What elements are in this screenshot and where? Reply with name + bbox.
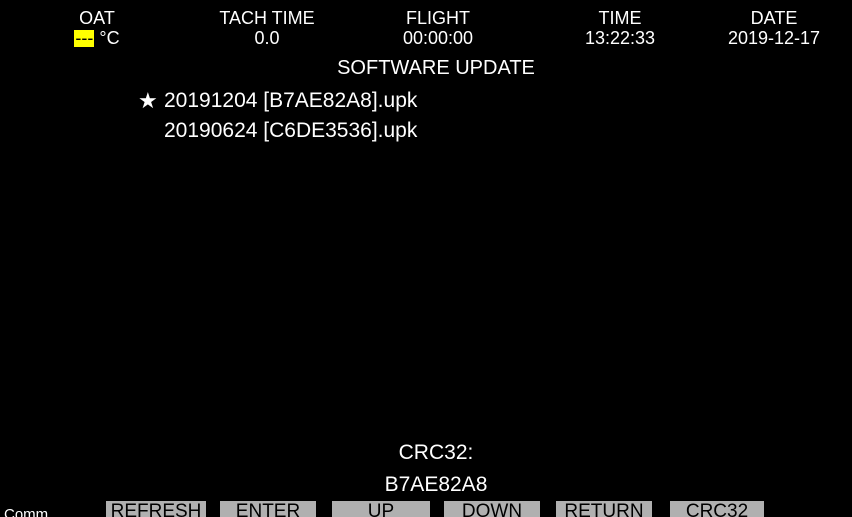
star-icon: ★ xyxy=(138,88,158,113)
refresh-button[interactable]: REFRESH xyxy=(106,501,206,517)
oat-readout: OAT --- °C xyxy=(62,8,132,48)
date-value: 2019-12-17 xyxy=(727,28,821,48)
file-name: 20191204 [B7AE82A8].upk xyxy=(164,89,418,112)
tach-time-label: TACH TIME xyxy=(219,8,315,28)
crc-value: B7AE82A8 xyxy=(384,473,488,496)
oat-value-row: --- °C xyxy=(62,28,132,48)
enter-button[interactable]: ENTER xyxy=(220,501,316,517)
time-value: 13:22:33 xyxy=(584,28,656,48)
date-label: DATE xyxy=(750,8,798,28)
tach-time-value: 0.0 xyxy=(254,28,280,48)
oat-label: OAT xyxy=(79,8,115,28)
return-button[interactable]: RETURN xyxy=(556,501,652,517)
up-button[interactable]: UP xyxy=(332,501,430,517)
time-readout: TIME 13:22:33 xyxy=(548,8,692,48)
oat-value: --- xyxy=(74,28,95,48)
comm-status: Comm xyxy=(4,506,49,517)
file-item-selected[interactable]: ★ 20191204 [B7AE82A8].upk xyxy=(138,86,417,116)
time-label: TIME xyxy=(598,8,642,28)
date-readout: DATE 2019-12-17 xyxy=(704,8,844,48)
crc-label: CRC32: xyxy=(398,441,474,464)
flight-readout: FLIGHT 00:00:00 xyxy=(370,8,506,48)
page-title: SOFTWARE UPDATE xyxy=(337,57,535,79)
crc32-button[interactable]: CRC32 xyxy=(670,501,764,517)
file-item[interactable]: 20190624 [C6DE3536].upk xyxy=(138,116,417,146)
tach-time-readout: TACH TIME 0.0 xyxy=(200,8,334,48)
software-update-screen: OAT --- °C TACH TIME 0.0 FLIGHT 00:00:00… xyxy=(0,0,852,517)
flight-value: 00:00:00 xyxy=(402,28,474,48)
file-name: 20190624 [C6DE3536].upk xyxy=(164,119,418,142)
flight-label: FLIGHT xyxy=(405,8,470,28)
file-list: ★ 20191204 [B7AE82A8].upk 20190624 [C6DE… xyxy=(138,86,417,146)
oat-unit: °C xyxy=(99,28,120,48)
down-button[interactable]: DOWN xyxy=(444,501,540,517)
